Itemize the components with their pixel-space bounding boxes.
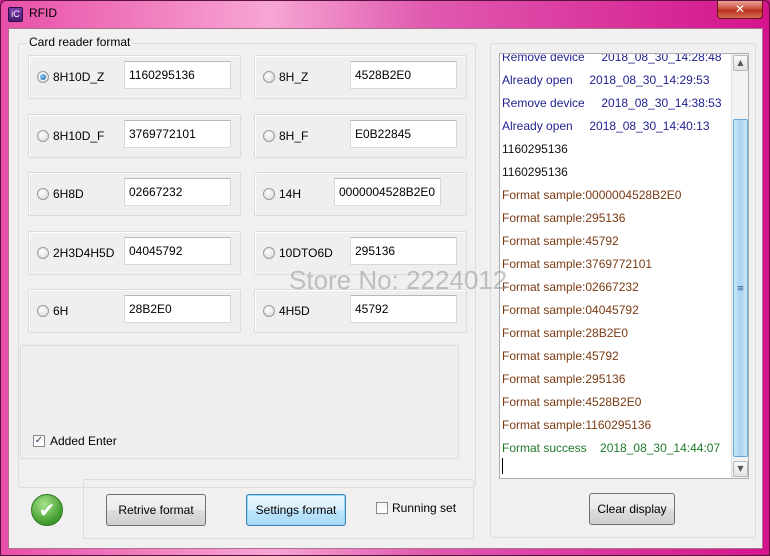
format-value-input[interactable] xyxy=(350,237,457,265)
log-lines: Remove device 2018_08_30_14:28:48 Already… xyxy=(502,53,730,460)
log-line: Format sample:1160295136 xyxy=(502,418,652,432)
format-option-10dto6d: 10DTO6D xyxy=(254,231,467,275)
log-group: Remove device 2018_08_30_14:28:48 Already… xyxy=(490,43,756,538)
log-line: Format sample:4528B2E0 xyxy=(502,395,642,409)
format-value-input[interactable] xyxy=(124,237,231,265)
options-panel: ✓ Added Enter xyxy=(20,345,459,459)
format-value-input[interactable] xyxy=(350,61,457,89)
log-line: Format sample:3769772101 xyxy=(502,257,653,271)
log-line: Format sample:45792 xyxy=(502,349,619,363)
format-label[interactable]: 8H_F xyxy=(279,129,308,143)
format-value-input[interactable] xyxy=(124,120,231,148)
scroll-up-arrow-icon[interactable]: ▲ xyxy=(733,55,748,71)
log-line: Format sample:45792 xyxy=(502,234,619,248)
format-option-4h5d: 4H5D xyxy=(254,289,467,333)
format-label[interactable]: 14H xyxy=(279,187,301,201)
log-line: Format sample:295136 xyxy=(502,211,626,225)
format-value-input[interactable] xyxy=(124,61,231,89)
log-line: Remove device 2018_08_30_14:38:53 xyxy=(502,96,722,110)
scroll-down-arrow-icon[interactable]: ▼ xyxy=(733,461,748,477)
format-radio[interactable] xyxy=(263,305,275,317)
settings-format-button[interactable]: Settings format xyxy=(246,494,346,526)
clear-display-button[interactable]: Clear display xyxy=(589,493,675,525)
format-radio[interactable] xyxy=(263,188,275,200)
format-option-14h: 14H xyxy=(254,172,467,216)
format-value-input[interactable] xyxy=(124,295,231,323)
client-area: Card reader format 8H10D_Z 8H_Z 8H10D_F 8H_… xyxy=(8,28,763,549)
retrive-format-button[interactable]: Retrive format xyxy=(106,494,206,526)
log-line: Format sample:295136 xyxy=(502,372,626,386)
format-radio[interactable] xyxy=(37,247,49,259)
log-line: Format sample:04045792 xyxy=(502,303,639,317)
log-line: Format success 2018_08_30_14:44:07 xyxy=(502,441,721,455)
log-line: Already open 2018_08_30_14:40:13 xyxy=(502,119,710,133)
format-label[interactable]: 2H3D4H5D xyxy=(53,246,114,260)
close-button[interactable]: ✕ xyxy=(717,1,763,19)
log-line: 1160295136 xyxy=(502,142,568,156)
format-radio[interactable] xyxy=(37,188,49,200)
format-radio[interactable] xyxy=(263,247,275,259)
added-enter-label: Added Enter xyxy=(50,434,117,448)
format-label[interactable]: 10DTO6D xyxy=(279,246,333,260)
format-option-8h10d_f: 8H10D_F xyxy=(28,114,241,158)
added-enter-checkbox[interactable]: ✓ xyxy=(33,435,45,447)
log-line: 1160295136 xyxy=(502,165,568,179)
format-option-2h3d4h5d: 2H3D4H5D xyxy=(28,231,241,275)
app-window: iC RFID ✕ Card reader format 8H10D_Z 8H_Z… xyxy=(0,0,770,556)
format-option-6h: 6H xyxy=(28,289,241,333)
format-value-input[interactable] xyxy=(350,120,457,148)
log-display[interactable]: Remove device 2018_08_30_14:28:48 Already… xyxy=(499,53,749,479)
format-radio[interactable] xyxy=(263,130,275,142)
format-radio[interactable] xyxy=(263,71,275,83)
window-title: RFID xyxy=(29,6,57,20)
format-radio[interactable] xyxy=(37,305,49,317)
running-set-label: Running set xyxy=(392,501,457,515)
format-value-input[interactable] xyxy=(350,295,457,323)
format-option-8h_f: 8H_F xyxy=(254,114,467,158)
format-option-8h_z: 8H_Z xyxy=(254,55,467,99)
format-option-8h10d_z: 8H10D_Z xyxy=(28,55,241,99)
format-label[interactable]: 4H5D xyxy=(279,304,310,318)
format-value-input[interactable] xyxy=(124,178,231,206)
format-label[interactable]: 8H_Z xyxy=(279,70,308,84)
title-bar[interactable]: iC RFID ✕ xyxy=(1,1,769,27)
scroll-thumb[interactable]: ≡ xyxy=(733,119,748,457)
format-label[interactable]: 8H10D_Z xyxy=(53,70,104,84)
log-line: Format sample:0000004528B2E0 xyxy=(502,188,682,202)
text-caret xyxy=(502,458,503,474)
format-radio[interactable] xyxy=(37,71,49,83)
log-scrollbar[interactable]: ▲ ≡ ▼ xyxy=(731,54,748,478)
group-legend: Card reader format xyxy=(27,35,133,49)
format-option-6h8d: 6H8D xyxy=(28,172,241,216)
format-value-input[interactable] xyxy=(334,178,441,206)
action-bar: Retrive format Settings format Running s… xyxy=(83,479,474,539)
running-set-checkbox[interactable] xyxy=(376,502,388,514)
check-circle-icon: ✔ xyxy=(31,494,63,526)
card-reader-format-group: Card reader format 8H10D_Z 8H_Z 8H10D_F 8H_… xyxy=(18,35,476,488)
log-line: Already open 2018_08_30_14:29:53 xyxy=(502,73,710,87)
format-label[interactable]: 6H xyxy=(53,304,68,318)
format-radio[interactable] xyxy=(37,130,49,142)
format-label[interactable]: 6H8D xyxy=(53,187,84,201)
log-line: Format sample:02667232 xyxy=(502,280,639,294)
app-icon: iC xyxy=(8,7,23,22)
log-line: Format sample:28B2E0 xyxy=(502,326,629,340)
format-label[interactable]: 8H10D_F xyxy=(53,129,104,143)
log-line: Remove device 2018_08_30_14:28:48 xyxy=(502,53,722,64)
